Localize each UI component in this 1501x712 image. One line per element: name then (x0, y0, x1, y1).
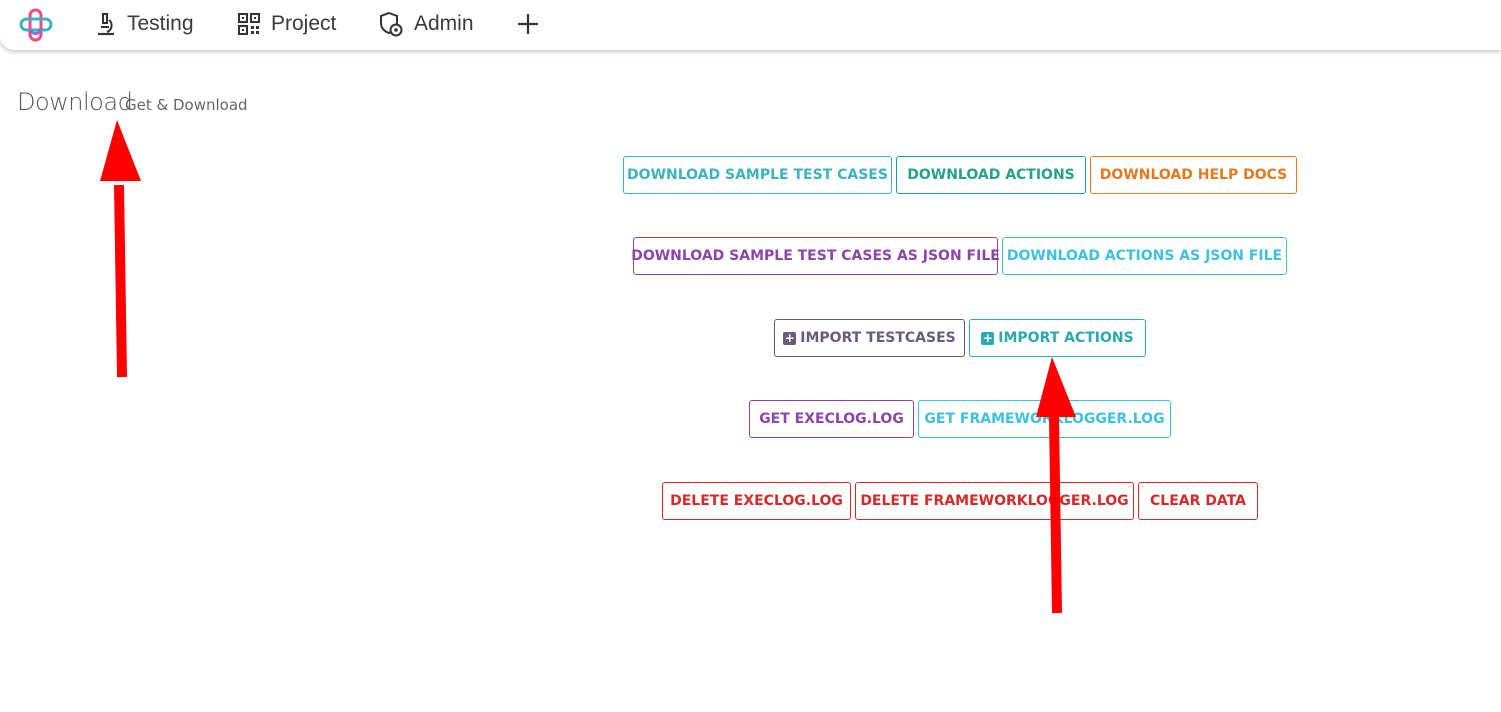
import-testcases-button[interactable]: + IMPORT TESTCASES (774, 319, 965, 357)
page-subtitle: Get & Download (125, 96, 248, 114)
import-actions-button[interactable]: + IMPORT ACTIONS (969, 319, 1146, 357)
download-actions-json-button[interactable]: DOWNLOAD ACTIONS AS JSON FILE (1002, 237, 1287, 275)
download-actions-button[interactable]: DOWNLOAD ACTIONS (896, 156, 1086, 194)
download-sample-test-cases-json-button[interactable]: DOWNLOAD SAMPLE TEST CASES AS JSON FILE (631, 237, 1000, 275)
qr-code-icon (238, 13, 260, 35)
get-frameworklogger-button[interactable]: GET FRAMEWORKLOGGER.LOG (918, 400, 1171, 438)
import-actions-label: IMPORT ACTIONS (998, 330, 1134, 346)
nav-admin[interactable]: Admin (378, 8, 474, 40)
nav-testing-label: Testing (127, 12, 194, 35)
nav-project[interactable]: Project (237, 8, 336, 40)
shield-settings-icon (380, 11, 403, 37)
plus-icon[interactable] (514, 10, 542, 38)
nav-project-label: Project (271, 12, 337, 35)
top-navbar: Testing Project Admin (0, 0, 1501, 50)
app-logo-icon[interactable] (19, 8, 53, 42)
plus-square-icon: + (783, 331, 797, 345)
download-sample-test-cases-button[interactable]: DOWNLOAD SAMPLE TEST CASES (623, 156, 892, 194)
plus-square-icon: + (981, 331, 995, 345)
nav-testing[interactable]: Testing (95, 8, 194, 40)
delete-frameworklogger-button[interactable]: DELETE FRAMEWORKLOGGER.LOG (855, 482, 1134, 520)
clear-data-button[interactable]: CLEAR DATA (1138, 482, 1258, 520)
annotation-arrow-title (100, 120, 141, 378)
download-help-docs-button[interactable]: DOWNLOAD HELP DOCS (1090, 156, 1297, 194)
page-title: Download (17, 88, 133, 116)
delete-execlog-button[interactable]: DELETE EXECLOG.LOG (662, 482, 851, 520)
import-testcases-label: IMPORT TESTCASES (800, 330, 956, 346)
get-execlog-button[interactable]: GET EXECLOG.LOG (749, 400, 914, 438)
nav-admin-label: Admin (414, 12, 474, 35)
microscope-icon (98, 13, 114, 36)
